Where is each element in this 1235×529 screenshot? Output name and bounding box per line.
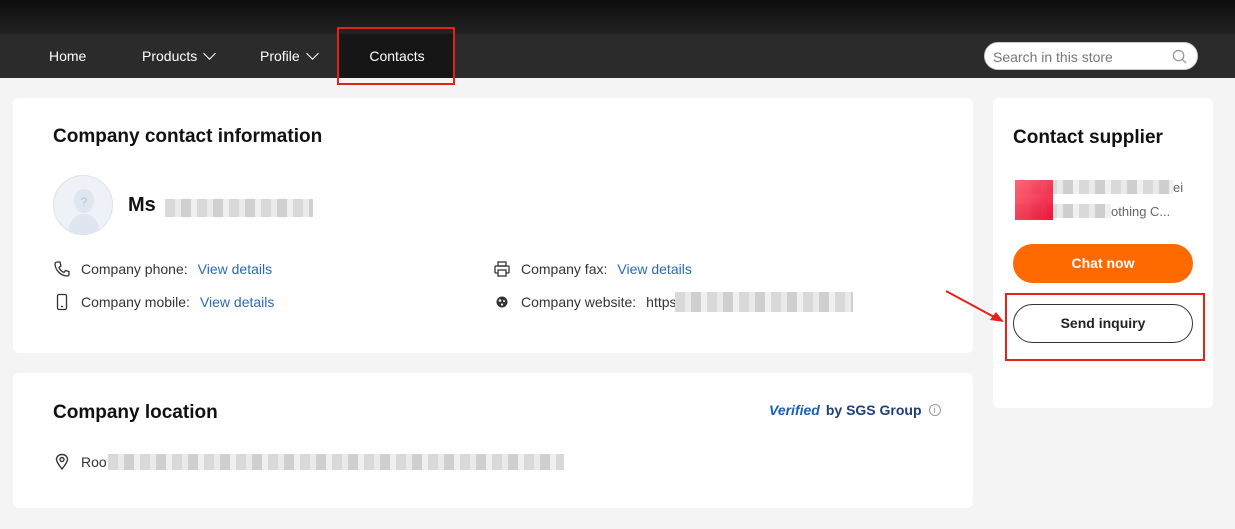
company-contact-card: Company contact information ? Ms Company… bbox=[13, 98, 973, 353]
company-fax-label: Company fax: bbox=[521, 261, 608, 277]
store-banner bbox=[0, 0, 1235, 34]
company-fax-row: Company fax: View details bbox=[493, 260, 692, 278]
chevron-down-icon bbox=[203, 47, 217, 60]
redacted-address bbox=[108, 454, 564, 470]
info-icon[interactable]: i bbox=[928, 404, 941, 416]
company-phone-row: Company phone: View details bbox=[53, 260, 272, 278]
company-website-value[interactable]: https bbox=[646, 294, 676, 310]
company-mobile-label: Company mobile: bbox=[81, 294, 190, 310]
nav-contacts-label: Contacts bbox=[369, 48, 425, 64]
supplier-name-line1: ei bbox=[1173, 180, 1184, 195]
mobile-icon bbox=[56, 293, 68, 311]
company-address-row: Roo bbox=[53, 453, 107, 471]
phone-icon bbox=[54, 261, 70, 277]
avatar: ? bbox=[53, 175, 113, 235]
verified-by-label: by SGS Group bbox=[825, 402, 922, 418]
location-card-title: Company location bbox=[53, 402, 218, 423]
svg-text:?: ? bbox=[81, 195, 88, 209]
nav-profile[interactable]: Profile bbox=[260, 34, 319, 78]
mobile-view-details-link[interactable]: View details bbox=[200, 294, 274, 310]
supplier-logo bbox=[1015, 180, 1053, 220]
nav-home[interactable]: Home bbox=[49, 34, 86, 78]
company-location-card: Company location Verified by SGS Group i… bbox=[13, 373, 973, 508]
supplier-name-line2: othing C... bbox=[1111, 204, 1171, 219]
supplier-card-title: Contact supplier bbox=[1013, 127, 1163, 148]
location-pin-icon bbox=[55, 453, 69, 471]
redacted-name bbox=[165, 199, 313, 217]
contact-supplier-card: Contact supplier ei othing C... Chat now… bbox=[993, 98, 1213, 408]
send-inquiry-button[interactable]: Send inquiry bbox=[1013, 304, 1193, 343]
company-website-label: Company website: bbox=[521, 294, 637, 310]
company-address: Roo bbox=[81, 454, 107, 470]
company-mobile-row: Company mobile: View details bbox=[53, 293, 274, 311]
nav-profile-label: Profile bbox=[260, 48, 300, 64]
contact-person-name: Ms bbox=[128, 194, 156, 216]
nav-products[interactable]: Products bbox=[142, 34, 217, 78]
fax-view-details-link[interactable]: View details bbox=[617, 261, 691, 277]
chevron-down-icon bbox=[305, 47, 319, 60]
verified-word: Verified bbox=[769, 402, 820, 418]
chat-now-button[interactable]: Chat now bbox=[1013, 244, 1193, 283]
contact-card-title: Company contact information bbox=[53, 126, 323, 147]
store-search[interactable] bbox=[984, 42, 1198, 70]
phone-view-details-link[interactable]: View details bbox=[198, 261, 272, 277]
globe-icon bbox=[496, 296, 508, 308]
verified-badge: Verified by SGS Group i bbox=[769, 402, 941, 418]
company-website-row: Company website: https bbox=[493, 293, 677, 311]
search-input[interactable] bbox=[993, 47, 1163, 66]
redacted-website bbox=[675, 292, 853, 312]
nav-products-label: Products bbox=[142, 48, 198, 64]
search-icon[interactable] bbox=[1172, 49, 1187, 64]
nav-contacts[interactable]: Contacts bbox=[339, 34, 455, 78]
company-phone-label: Company phone: bbox=[81, 261, 188, 277]
fax-printer-icon bbox=[494, 261, 510, 277]
person-placeholder-icon: ? bbox=[68, 189, 100, 234]
nav-home-label: Home bbox=[49, 48, 87, 64]
